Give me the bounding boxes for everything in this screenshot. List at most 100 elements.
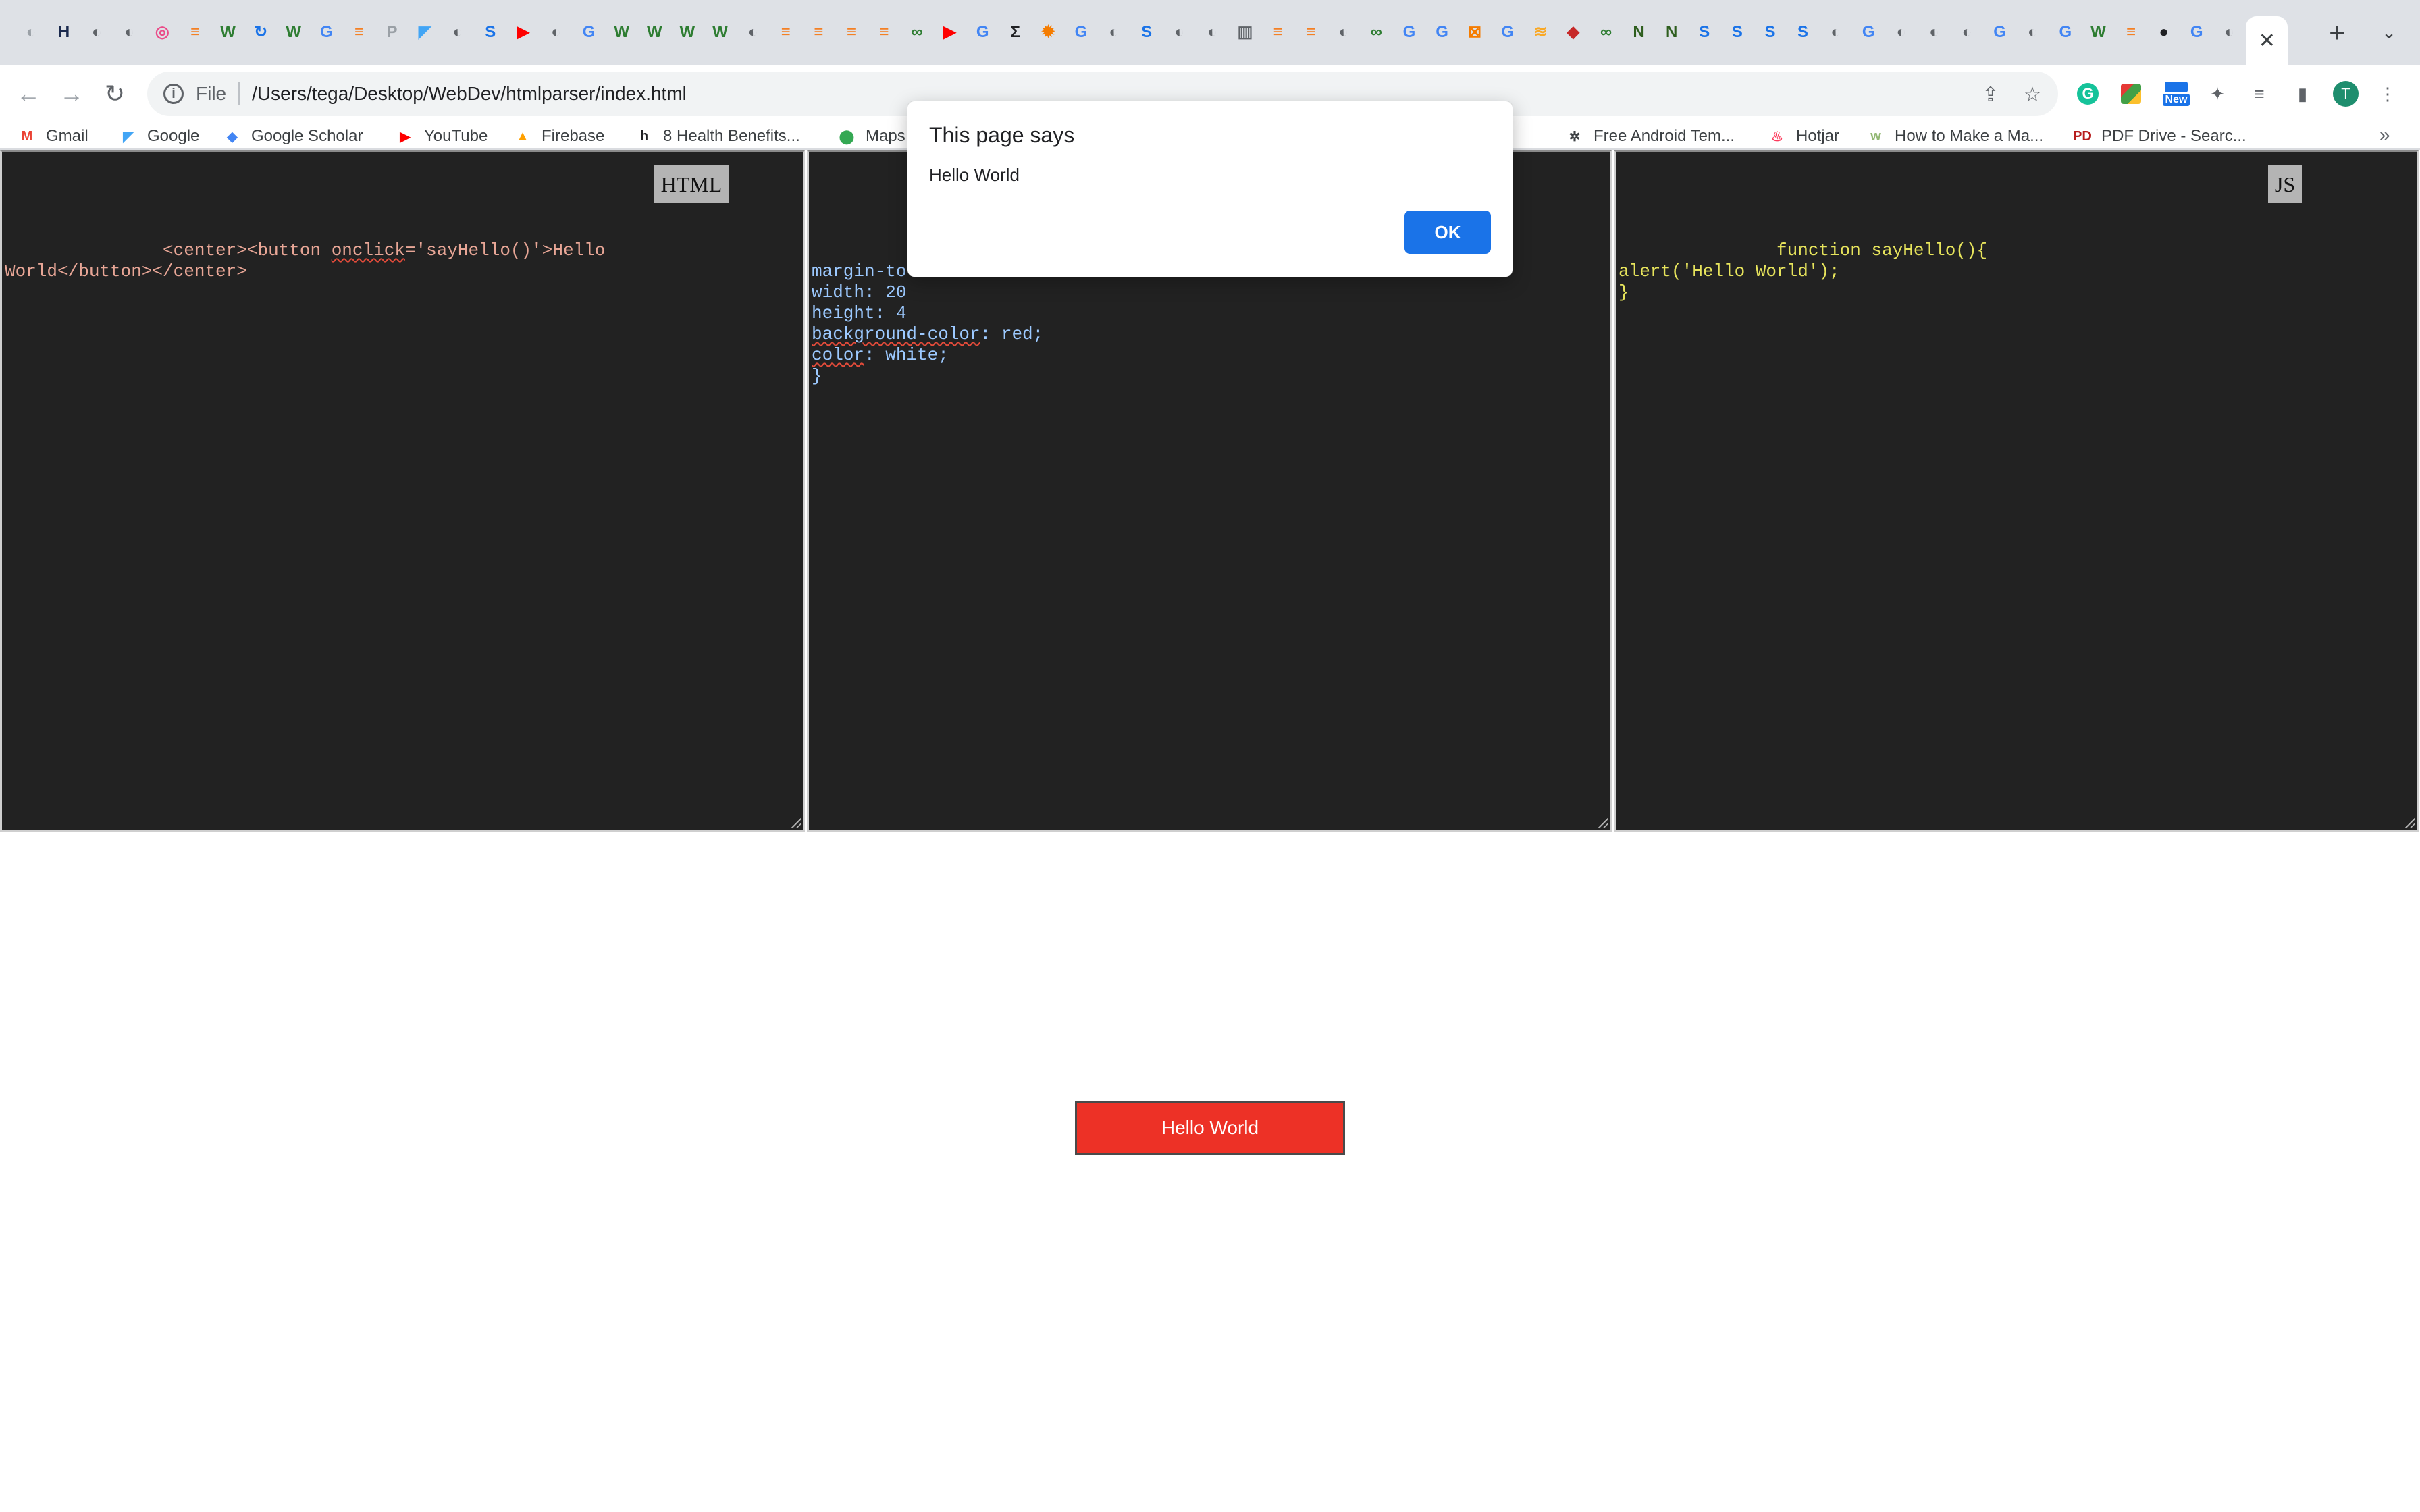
bookmark-item[interactable]: PD PDF Drive - Searc...	[2073, 126, 2246, 147]
tab-globe-icon[interactable]: ◐	[1196, 16, 1228, 49]
tab-globe-icon[interactable]: ◐	[1885, 16, 1918, 49]
tab-globe-icon[interactable]: ◐	[1820, 16, 1852, 49]
tab-globe-icon[interactable]: ◐	[113, 16, 146, 49]
tab-webflow-icon[interactable]: W	[606, 16, 638, 49]
extension-grid-icon[interactable]	[2118, 80, 2145, 107]
alert-ok-button[interactable]: OK	[1404, 211, 1491, 254]
tab-stackoverflow-icon[interactable]: ≡	[868, 16, 900, 49]
bookmark-item[interactable]: ▶ YouTube	[396, 126, 488, 147]
tab-stackoverflow-icon[interactable]: ≡	[2115, 16, 2147, 49]
side-panel-icon[interactable]: ▮	[2289, 80, 2316, 107]
url-text[interactable]: /Users/tega/Desktop/WebDev/htmlparser/in…	[252, 83, 687, 105]
tab-stackoverflow-icon[interactable]: ≡	[835, 16, 868, 49]
tab-s-icon[interactable]: S	[1721, 16, 1754, 49]
reload-button[interactable]: ↻	[96, 75, 134, 113]
tab-globe-icon[interactable]: ◐	[2213, 16, 2246, 49]
tab-google-icon[interactable]: G	[966, 16, 999, 49]
tab-search-button[interactable]: ⌄	[2373, 16, 2405, 49]
resize-handle[interactable]	[2404, 817, 2415, 828]
tab-refresh-logo-icon[interactable]: ↻	[244, 16, 277, 49]
back-button[interactable]: ←	[9, 75, 47, 113]
tab-globe-icon[interactable]: ◐	[737, 16, 769, 49]
tab-webflow-icon[interactable]: W	[2082, 16, 2114, 49]
tab-github-icon[interactable]: ●	[2148, 16, 2180, 49]
tab-stackoverflow-icon[interactable]: ≡	[770, 16, 802, 49]
html-editor[interactable]: <center><button onclick='sayHello()'>Hel…	[0, 150, 805, 832]
tab-webflow-icon[interactable]: W	[704, 16, 736, 49]
bookmark-star-icon[interactable]: ☆	[2019, 81, 2046, 108]
tab-flutter-icon[interactable]: ◤	[409, 16, 441, 49]
tab-globe-icon[interactable]: ◐	[1951, 16, 1983, 49]
tab-s-icon[interactable]: S	[1130, 16, 1163, 49]
tab-bars-icon[interactable]: ▥	[1229, 16, 1261, 49]
new-extension-icon[interactable]: New	[2159, 80, 2193, 107]
tab-webflow-icon[interactable]: W	[278, 16, 310, 49]
share-icon[interactable]: ⇪	[1977, 81, 2004, 108]
bookmarks-overflow-button[interactable]: »	[2379, 124, 2390, 146]
tab-stackoverflow-icon[interactable]: ≡	[802, 16, 835, 49]
tab-stackoverflow-icon[interactable]: ≡	[1262, 16, 1294, 49]
tab-google-icon[interactable]: G	[1492, 16, 1524, 49]
tab-stackoverflow-icon[interactable]: ≡	[343, 16, 375, 49]
active-tab[interactable]: ✕	[2246, 16, 2288, 65]
tab-youtube-icon[interactable]: ▶	[507, 16, 540, 49]
bookmark-item[interactable]: ♨ Hotjar	[1768, 126, 1839, 147]
html-code[interactable]: <center><button onclick='sayHello()'>Hel…	[5, 240, 800, 282]
chrome-menu-icon[interactable]: ⋮	[2374, 80, 2401, 107]
tab-globe-icon[interactable]: ◐	[1918, 16, 1950, 49]
extensions-puzzle-icon[interactable]: ✦	[2204, 80, 2231, 107]
tab-google-icon[interactable]: G	[1065, 16, 1097, 49]
css-code[interactable]: margin-to width: 20 height: 4 background-co…	[812, 261, 1607, 387]
tab-google-icon[interactable]: G	[1984, 16, 2016, 49]
tab-webflow-icon[interactable]: W	[638, 16, 670, 49]
forward-button[interactable]: →	[53, 75, 90, 113]
tab-sigma-icon[interactable]: Σ	[999, 16, 1032, 49]
tab-pinterest-icon[interactable]: P	[376, 16, 409, 49]
tab-stackoverflow-icon[interactable]: ≡	[1294, 16, 1327, 49]
tab-google-icon[interactable]: G	[573, 16, 605, 49]
tab-dribbble-icon[interactable]: ◎	[146, 16, 178, 49]
info-icon[interactable]: i	[163, 84, 184, 104]
resize-handle[interactable]	[791, 817, 801, 828]
hello-world-button[interactable]: Hello World	[1075, 1101, 1345, 1155]
tab-webflow-icon[interactable]: W	[671, 16, 704, 49]
tab-stackoverflow-icon[interactable]: ≡	[179, 16, 211, 49]
tab-s-icon[interactable]: S	[474, 16, 506, 49]
tab-google-icon[interactable]: G	[1393, 16, 1425, 49]
tab-google-icon[interactable]: G	[310, 16, 342, 49]
tab-webflow-icon[interactable]: W	[212, 16, 244, 49]
tab-close-icon[interactable]: ✕	[2259, 29, 2276, 53]
tab-red-app-icon[interactable]: ◆	[1557, 16, 1589, 49]
tab-globe-icon[interactable]: ◐	[1098, 16, 1130, 49]
tab-s-icon[interactable]: S	[1754, 16, 1786, 49]
tab-google-icon[interactable]: G	[1852, 16, 1885, 49]
media-control-icon[interactable]: ≡	[2246, 80, 2273, 107]
new-tab-button[interactable]: +	[2313, 9, 2361, 56]
tab-globe-icon[interactable]: ◐	[442, 16, 474, 49]
bookmark-item[interactable]: ⬤ Maps	[837, 126, 905, 147]
tab-youtube-icon[interactable]: ▶	[934, 16, 966, 49]
bookmark-item[interactable]: w How to Make a Ma...	[1866, 126, 2043, 147]
tab-globe-icon[interactable]: ◐	[540, 16, 573, 49]
profile-avatar[interactable]: T	[2332, 80, 2359, 107]
tab-google-icon[interactable]: G	[2180, 16, 2213, 49]
tab-globe-icon[interactable]: ◐	[2016, 16, 2049, 49]
bookmark-item[interactable]: ▲ Firebase	[513, 126, 604, 147]
bookmark-item[interactable]: M Gmail	[18, 126, 88, 147]
tab-notion-icon[interactable]: N	[1656, 16, 1688, 49]
tab-draw-icon[interactable]: ⊠	[1458, 16, 1491, 49]
tab-link-icon[interactable]: ∞	[1360, 16, 1392, 49]
tab-sun-icon[interactable]: ✹	[1032, 16, 1064, 49]
tab-globe-icon[interactable]: ◐	[15, 16, 47, 49]
tab-globe-icon[interactable]: ◐	[80, 16, 113, 49]
bookmark-item[interactable]: ◆ Google Scholar	[223, 126, 363, 147]
tab-link-icon[interactable]: ∞	[901, 16, 933, 49]
tab-hud-icon[interactable]: H	[48, 16, 80, 49]
grammarly-icon[interactable]: G	[2074, 80, 2101, 107]
tab-google-icon[interactable]: G	[1426, 16, 1458, 49]
tab-notion-icon[interactable]: N	[1623, 16, 1655, 49]
js-editor[interactable]: function sayHello(){ alert('Hello World'…	[1614, 150, 2419, 832]
tab-s-icon[interactable]: S	[1787, 16, 1819, 49]
bookmark-item[interactable]: ✲ Free Android Tem...	[1565, 126, 1735, 147]
tab-pma-icon[interactable]: ≋	[1524, 16, 1556, 49]
